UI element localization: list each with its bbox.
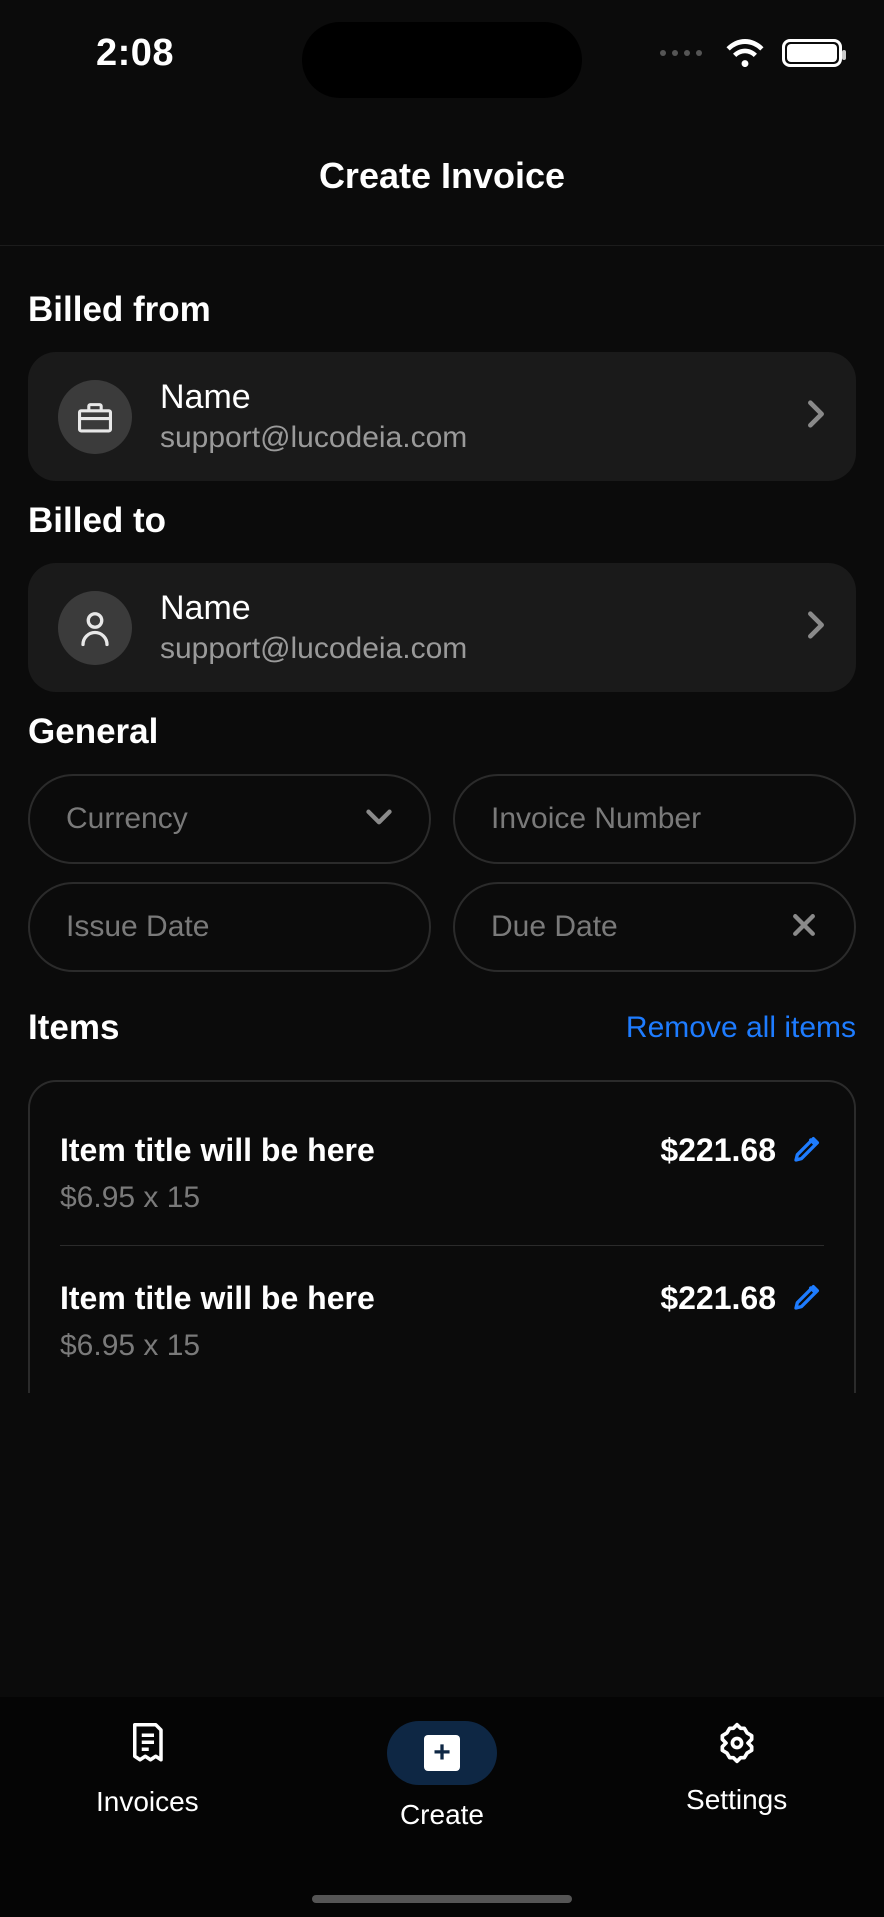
status-time: 2:08 [96, 32, 174, 75]
billed-from-name: Name [160, 378, 778, 417]
invoices-icon [126, 1721, 168, 1772]
billed-to-card[interactable]: Name support@lucodeia.com [28, 563, 856, 692]
invoice-number-input[interactable]: Invoice Number [453, 774, 856, 864]
currency-label: Currency [66, 802, 188, 836]
tab-settings-label: Settings [686, 1784, 787, 1816]
item-row[interactable]: Item title will be here $221.68 $6.95 x … [60, 1246, 824, 1393]
item-subtotal: $6.95 x 15 [60, 1181, 824, 1215]
tab-invoices-label: Invoices [96, 1786, 199, 1818]
status-right [660, 39, 842, 67]
edit-icon[interactable] [792, 1280, 824, 1317]
battery-icon [782, 39, 842, 67]
chevron-down-icon [365, 808, 393, 831]
header: Create Invoice [0, 106, 884, 246]
billed-to-title: Billed to [28, 501, 856, 541]
page-title: Create Invoice [319, 155, 565, 197]
item-row[interactable]: Item title will be here $221.68 $6.95 x … [60, 1098, 824, 1246]
due-date-label: Due Date [491, 910, 618, 944]
tab-create-label: Create [400, 1799, 484, 1831]
create-button[interactable]: + [387, 1721, 497, 1785]
items-title: Items [28, 1008, 119, 1048]
plus-icon: + [424, 1735, 460, 1771]
tab-invoices[interactable]: Invoices [1, 1721, 293, 1818]
billed-from-card[interactable]: Name support@lucodeia.com [28, 352, 856, 481]
content: Billed from Name support@lucodeia.com Bi… [0, 246, 884, 1393]
billed-to-name: Name [160, 589, 778, 628]
edit-icon[interactable] [792, 1132, 824, 1169]
close-icon[interactable] [790, 911, 818, 944]
item-title: Item title will be here [60, 1132, 375, 1169]
briefcase-icon [58, 380, 132, 454]
wifi-icon [726, 39, 764, 67]
tab-settings[interactable]: Settings [591, 1721, 883, 1816]
chevron-right-icon [806, 399, 826, 434]
cellular-dots-icon [660, 50, 702, 56]
tab-create[interactable]: + Create [296, 1721, 588, 1831]
notch [302, 22, 582, 98]
items-header: Items Remove all items [28, 1008, 856, 1048]
item-amount: $221.68 [660, 1280, 776, 1317]
billed-from-email: support@lucodeia.com [160, 421, 778, 455]
chevron-right-icon [806, 610, 826, 645]
issue-date-input[interactable]: Issue Date [28, 882, 431, 972]
item-title: Item title will be here [60, 1280, 375, 1317]
general-title: General [28, 712, 856, 752]
items-card: Item title will be here $221.68 $6.95 x … [28, 1080, 856, 1393]
invoice-number-label: Invoice Number [491, 802, 701, 836]
billed-from-text: Name support@lucodeia.com [160, 378, 778, 455]
billed-from-title: Billed from [28, 290, 856, 330]
issue-date-label: Issue Date [66, 910, 209, 944]
tab-bar: Invoices + Create Settings [0, 1697, 884, 1917]
person-icon [58, 591, 132, 665]
currency-select[interactable]: Currency [28, 774, 431, 864]
item-subtotal: $6.95 x 15 [60, 1329, 824, 1363]
status-bar: 2:08 [0, 0, 884, 106]
billed-to-text: Name support@lucodeia.com [160, 589, 778, 666]
item-amount: $221.68 [660, 1132, 776, 1169]
due-date-input[interactable]: Due Date [453, 882, 856, 972]
remove-all-items-link[interactable]: Remove all items [626, 1011, 856, 1045]
gear-icon [715, 1721, 759, 1770]
billed-to-email: support@lucodeia.com [160, 632, 778, 666]
home-indicator[interactable] [312, 1895, 572, 1903]
